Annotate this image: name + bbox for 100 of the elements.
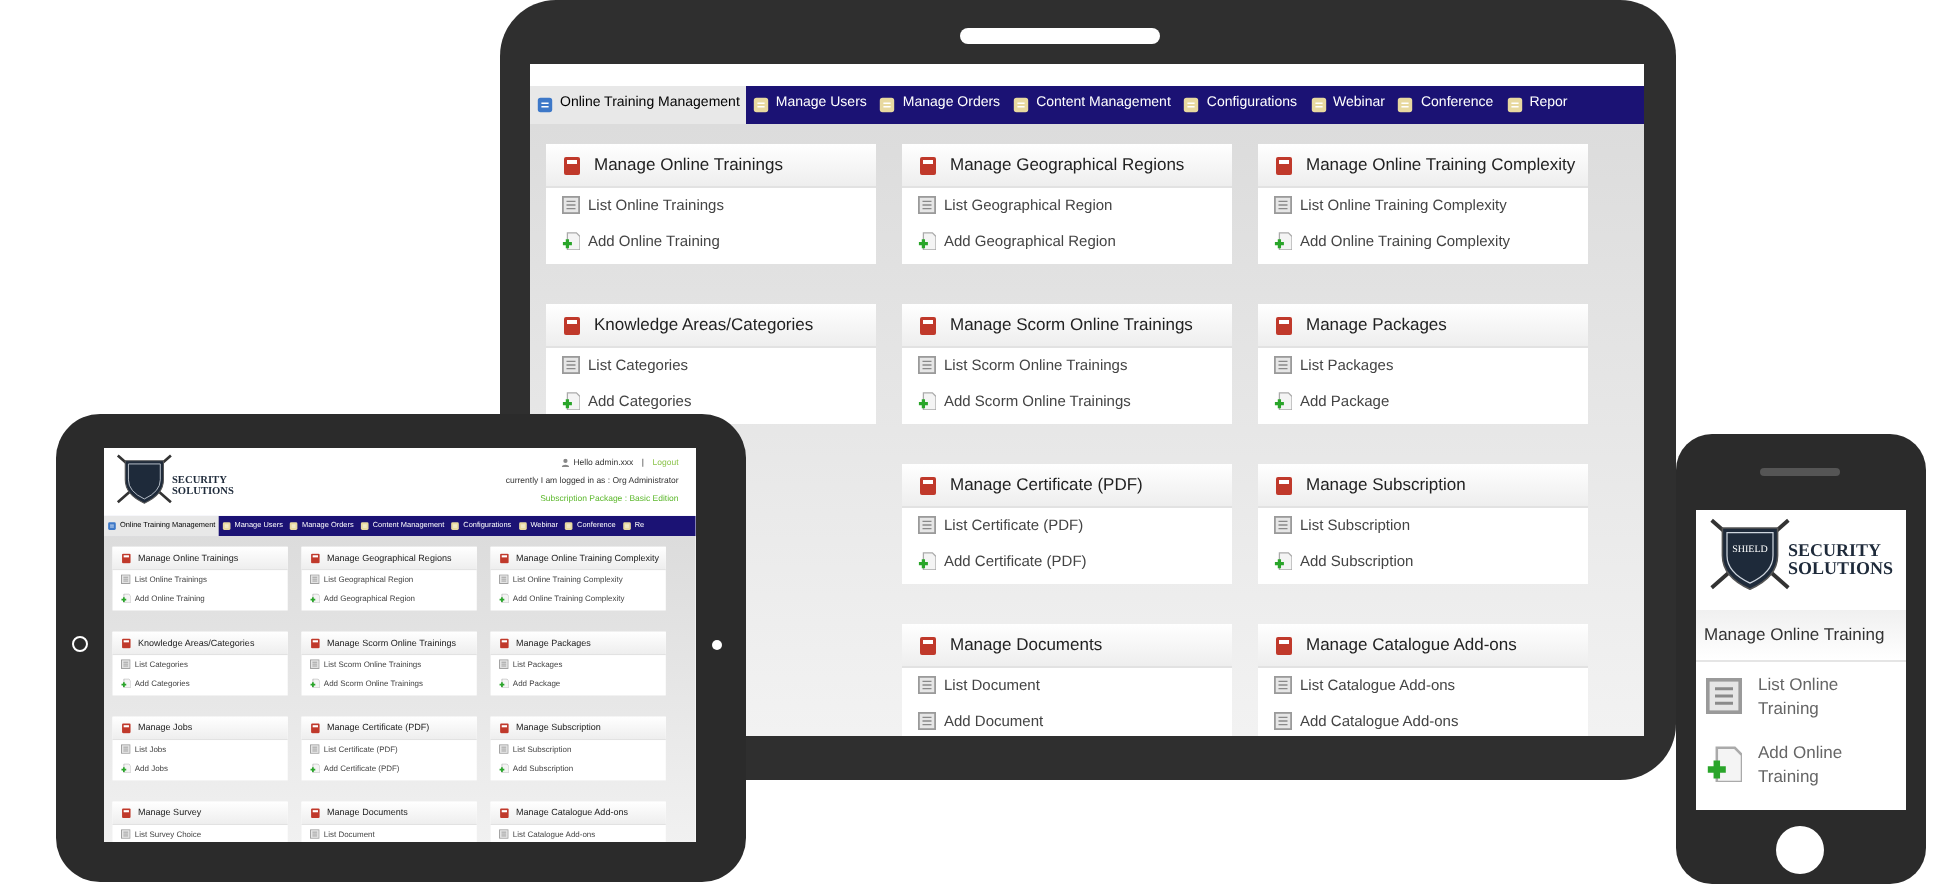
tab-icon bbox=[621, 521, 632, 531]
add-page-icon bbox=[1274, 552, 1292, 570]
list-icon bbox=[1274, 516, 1292, 534]
module-icon bbox=[918, 635, 938, 655]
module-icon bbox=[918, 315, 938, 335]
add-page-icon bbox=[121, 593, 131, 604]
module-icon bbox=[1274, 315, 1294, 335]
module-icon bbox=[499, 552, 510, 564]
module-icon bbox=[1274, 155, 1294, 175]
add-page-icon bbox=[310, 763, 320, 773]
card-title: Manage Scorm Online Trainings bbox=[950, 312, 1193, 338]
list-icon bbox=[918, 516, 936, 534]
module-link[interactable]: List Online Training bbox=[1696, 662, 1906, 730]
add-page-icon bbox=[1706, 746, 1742, 782]
module-icon bbox=[310, 807, 321, 819]
add-page-icon bbox=[918, 392, 936, 410]
add-page-icon bbox=[1274, 392, 1292, 410]
card-title: Manage Documents bbox=[950, 632, 1103, 658]
list-icon bbox=[1274, 196, 1292, 214]
list-icon bbox=[1706, 678, 1742, 714]
module-icon bbox=[499, 807, 510, 819]
speaker-slot bbox=[1760, 468, 1840, 476]
list-icon bbox=[1274, 356, 1292, 374]
add-page-icon bbox=[918, 552, 936, 570]
module-icon bbox=[310, 552, 321, 564]
list-icon bbox=[121, 829, 131, 839]
list-icon bbox=[499, 659, 509, 669]
list-icon bbox=[918, 356, 936, 374]
tab-icon bbox=[1182, 96, 1201, 114]
tab-icon bbox=[517, 521, 528, 531]
card-title: Knowledge Areas/Categories bbox=[594, 312, 814, 338]
list-icon bbox=[1274, 712, 1292, 730]
tab-icon bbox=[450, 521, 461, 531]
module-title: Manage Online Training bbox=[1704, 622, 1885, 648]
card-title: Manage Online Trainings bbox=[594, 152, 784, 178]
list-icon bbox=[310, 574, 320, 584]
list-icon bbox=[310, 744, 320, 754]
module-icon bbox=[562, 315, 582, 335]
list-icon bbox=[310, 829, 320, 839]
add-page-icon bbox=[121, 678, 131, 688]
list-icon bbox=[562, 356, 580, 374]
tab-icon bbox=[1012, 96, 1031, 114]
list-icon bbox=[1274, 676, 1292, 694]
camera-lens bbox=[712, 640, 722, 650]
list-icon bbox=[499, 744, 509, 754]
tab-icon bbox=[360, 521, 370, 531]
list-icon bbox=[918, 196, 936, 214]
tab-icon bbox=[751, 96, 770, 114]
module-icon bbox=[310, 722, 321, 734]
module-icon bbox=[499, 637, 510, 649]
module-icon bbox=[310, 637, 321, 649]
module-icon bbox=[918, 155, 938, 175]
list-icon bbox=[499, 829, 509, 839]
module-icon bbox=[1274, 635, 1294, 655]
add-page-icon bbox=[499, 593, 509, 604]
module-icon bbox=[1274, 475, 1294, 495]
user-icon bbox=[561, 458, 570, 468]
list-icon bbox=[918, 676, 936, 694]
list-icon bbox=[499, 574, 509, 584]
module-icon bbox=[918, 475, 938, 495]
module-icon bbox=[499, 722, 510, 734]
add-page-icon bbox=[562, 392, 580, 410]
card-title: Manage Geographical Regions bbox=[950, 152, 1185, 178]
module-icon bbox=[121, 807, 132, 819]
logo-text: SOLUTIONS bbox=[1788, 560, 1894, 578]
tab-icon bbox=[1505, 96, 1524, 114]
card-title: Manage Packages bbox=[1306, 312, 1447, 338]
module-icon bbox=[121, 637, 132, 649]
list-icon bbox=[121, 744, 131, 754]
tab-icon bbox=[536, 96, 554, 114]
list-icon bbox=[310, 659, 320, 669]
module-link[interactable]: Add Online Training bbox=[1696, 730, 1906, 798]
tab-icon bbox=[289, 521, 299, 531]
list-icon bbox=[918, 712, 936, 730]
module-icon bbox=[121, 552, 132, 564]
add-page-icon bbox=[499, 763, 509, 773]
logo-text: SECURITY bbox=[1788, 542, 1884, 560]
card-title: Manage Catalogue Add-ons bbox=[1306, 632, 1517, 658]
add-page-icon bbox=[562, 232, 580, 250]
add-page-icon bbox=[310, 678, 320, 688]
tab-icon bbox=[221, 521, 232, 531]
card-title: Manage Certificate (PDF) bbox=[950, 472, 1143, 498]
add-page-icon bbox=[310, 593, 320, 604]
tab-icon bbox=[107, 521, 117, 531]
tab-icon bbox=[1309, 96, 1328, 114]
add-page-icon bbox=[121, 763, 131, 773]
list-icon bbox=[562, 196, 580, 214]
module-icon bbox=[121, 722, 132, 734]
module-icon bbox=[562, 155, 582, 175]
tab-icon bbox=[1396, 96, 1415, 114]
card-title: Manage Subscription bbox=[1306, 472, 1466, 498]
tab-icon bbox=[878, 96, 897, 114]
home-button[interactable] bbox=[72, 636, 88, 652]
list-icon bbox=[121, 574, 131, 584]
card-title: Manage Online Training Complexity bbox=[1306, 152, 1576, 178]
tab-icon bbox=[564, 521, 574, 531]
add-page-icon bbox=[499, 678, 509, 688]
add-page-icon bbox=[1274, 232, 1292, 250]
add-page-icon bbox=[918, 232, 936, 250]
list-icon bbox=[121, 659, 131, 669]
